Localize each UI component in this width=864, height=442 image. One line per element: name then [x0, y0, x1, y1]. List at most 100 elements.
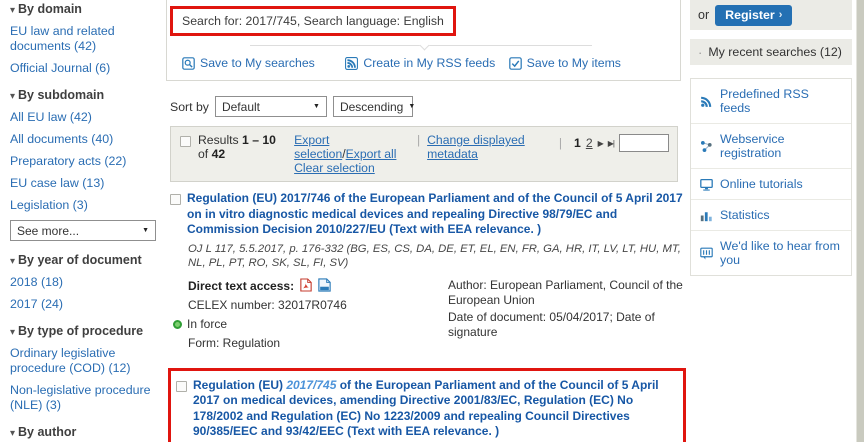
last-page-icon[interactable]: ▶| — [608, 139, 614, 148]
facet-section-by-year: ▾By year of document 2018 (18) 2017 (24) — [10, 253, 157, 312]
pdf-icon[interactable] — [300, 278, 312, 292]
next-page-icon[interactable]: ▶ — [598, 139, 603, 148]
chevron-down-icon: ▼ — [313, 103, 320, 110]
result-item-2017-746: Regulation (EU) 2017/746 of the European… — [166, 191, 688, 355]
page-2-link[interactable]: 2 — [586, 136, 593, 150]
export-links: Export selection/Export allClear selecti… — [294, 133, 410, 175]
celex-number: CELEX number: 32017R0746 — [188, 298, 438, 313]
select-all-checkbox[interactable] — [180, 136, 191, 147]
facet-section-by-author: ▾By author European Commission (13) Coun… — [10, 425, 157, 442]
page-number-input[interactable] — [619, 134, 669, 152]
facet-link-all-eu-law[interactable]: All EU law (42) — [10, 110, 157, 125]
register-bar: or Register › — [690, 0, 852, 30]
rss-icon — [345, 57, 358, 70]
sort-direction-select[interactable]: Descending ▼ — [333, 96, 413, 117]
results-main: Search for: 2017/745, Search language: E… — [163, 0, 688, 442]
in-force-label: In force — [187, 317, 227, 332]
result-item-2017-745: Regulation (EU) 2017/745 of the European… — [166, 368, 688, 442]
collapse-arrow-icon: ▾ — [10, 428, 15, 439]
right-sidebar: or Register › · My recent searches (12) … — [690, 0, 852, 442]
facet-link-2018[interactable]: 2018 (18) — [10, 275, 157, 290]
in-force-status-icon — [173, 320, 182, 329]
export-all-link[interactable]: Export all — [346, 147, 397, 161]
facet-link-official-journal[interactable]: Official Journal (6) — [10, 61, 157, 76]
sort-bar: Sort by Default ▼ Descending ▼ — [166, 96, 688, 117]
save-search-icon — [182, 57, 195, 70]
html-icon[interactable] — [318, 278, 331, 292]
facet-section-title: ▾By year of document — [10, 253, 157, 267]
collapse-arrow-icon: ▾ — [10, 5, 15, 16]
online-tutorials-link[interactable]: Online tutorials — [691, 168, 851, 199]
save-items-check-icon — [509, 57, 522, 70]
search-actions: Save to My searches Create in My RSS fee… — [170, 56, 672, 70]
facet-link-preparatory-acts[interactable]: Preparatory acts (22) — [10, 154, 157, 169]
save-to-my-searches[interactable]: Save to My searches — [182, 56, 345, 70]
clear-selection-link[interactable]: Clear selection — [294, 161, 375, 175]
result-checkbox[interactable] — [170, 194, 181, 205]
eur-lex-search-results-page: ▾By domain EU law and related documents … — [0, 0, 864, 442]
results-count: Results 1 – 10 of 42 — [198, 133, 287, 161]
form-label: Form: Regulation — [188, 336, 438, 351]
facet-section-title: ▾By subdomain — [10, 88, 157, 102]
bar-chart-icon — [700, 209, 713, 222]
rss-icon — [700, 95, 713, 108]
direct-text-access-label: Direct text access: — [188, 279, 294, 293]
facet-section-title: ▾By domain — [10, 2, 157, 16]
search-summary-text: Search for: 2017/745, Search language: E… — [182, 14, 444, 28]
annotation-highlight-search: Search for: 2017/745, Search language: E… — [170, 6, 456, 36]
export-selection-link[interactable]: Export selection — [294, 133, 342, 161]
predefined-rss-feeds-link[interactable]: Predefined RSS feeds — [691, 79, 851, 123]
facet-link-eu-case-law[interactable]: EU case law (13) — [10, 176, 157, 191]
divider-notch — [420, 41, 430, 51]
webservice-registration-link[interactable]: Webservice registration — [691, 123, 851, 168]
result-title-link[interactable]: Regulation (EU) 2017/746 of the European… — [187, 191, 686, 238]
author-label: Author: European Parliament, Council of … — [448, 278, 686, 308]
date-of-document-label: Date of document: 05/04/2017; Date of si… — [448, 310, 686, 340]
facet-section-title: ▾By type of procedure — [10, 324, 157, 338]
facet-sidebar: ▾By domain EU law and related documents … — [0, 0, 163, 442]
save-to-my-items[interactable]: Save to My items — [509, 56, 672, 70]
search-summary-panel: Search for: 2017/745, Search language: E… — [166, 0, 681, 81]
facet-section-title: ▾By author — [10, 425, 157, 439]
collapse-arrow-icon: ▾ — [10, 91, 15, 102]
facet-link-2017[interactable]: 2017 (24) — [10, 297, 157, 312]
facet-link-nle[interactable]: Non-legislative procedure (NLE) (3) — [10, 383, 157, 413]
oj-reference: OJ L 117, 5.5.2017, p. 176-332 (BG, ES, … — [188, 242, 690, 271]
create-in-rss-feeds[interactable]: Create in My RSS feeds — [345, 56, 508, 70]
facet-link-legislation[interactable]: Legislation (3) — [10, 198, 157, 213]
panel-divider — [250, 45, 592, 50]
vertical-scrollbar[interactable] — [856, 0, 864, 442]
search-match-highlight: 2017/745 — [286, 378, 336, 392]
facet-section-by-domain: ▾By domain EU law and related documents … — [10, 2, 157, 76]
monitor-icon — [700, 178, 713, 191]
bullet-icon: · — [698, 45, 702, 60]
pipe-separator: | — [559, 136, 562, 150]
facet-section-by-subdomain: ▾By subdomain All EU law (42) All docume… — [10, 88, 157, 241]
chevron-down-icon: ▼ — [142, 227, 149, 234]
tools-links-box: Predefined RSS feeds Webservice registra… — [690, 78, 852, 276]
change-metadata-link[interactable]: Change displayed metadata — [427, 133, 552, 161]
feedback-link[interactable]: We'd like to hear from you — [691, 230, 851, 275]
collapse-arrow-icon: ▾ — [10, 256, 15, 267]
facet-link-eu-law[interactable]: EU law and related documents (42) — [10, 24, 157, 54]
sort-by-label: Sort by — [170, 100, 209, 114]
see-more-select[interactable]: See more... ▼ — [10, 220, 156, 241]
facet-section-by-procedure: ▾By type of procedure Ordinary legislati… — [10, 324, 157, 413]
facet-link-cod[interactable]: Ordinary legislative procedure (COD) (12… — [10, 346, 157, 376]
results-toolbar: Results 1 – 10 of 42 Export selection/Ex… — [170, 126, 678, 182]
statistics-link[interactable]: Statistics — [691, 199, 851, 230]
result-meta-left: Direct text access: CELEX number: 32017R… — [188, 278, 438, 355]
sort-field-select[interactable]: Default ▼ — [215, 96, 327, 117]
annotation-highlight-result: Regulation (EU) 2017/745 of the European… — [168, 368, 686, 442]
register-button[interactable]: Register › — [715, 5, 792, 26]
collapse-arrow-icon: ▾ — [10, 327, 15, 338]
result-meta-right: Author: European Parliament, Council of … — [448, 278, 686, 355]
page-1-current: 1 — [574, 136, 581, 150]
feedback-speech-icon — [700, 247, 713, 260]
webservice-nodes-icon — [700, 140, 713, 153]
pipe-separator: | — [417, 133, 420, 147]
my-recent-searches[interactable]: · My recent searches (12) — [690, 39, 852, 65]
facet-link-all-documents[interactable]: All documents (40) — [10, 132, 157, 147]
result-checkbox[interactable] — [176, 381, 187, 392]
result-title-link[interactable]: Regulation (EU) 2017/745 of the European… — [193, 378, 675, 440]
